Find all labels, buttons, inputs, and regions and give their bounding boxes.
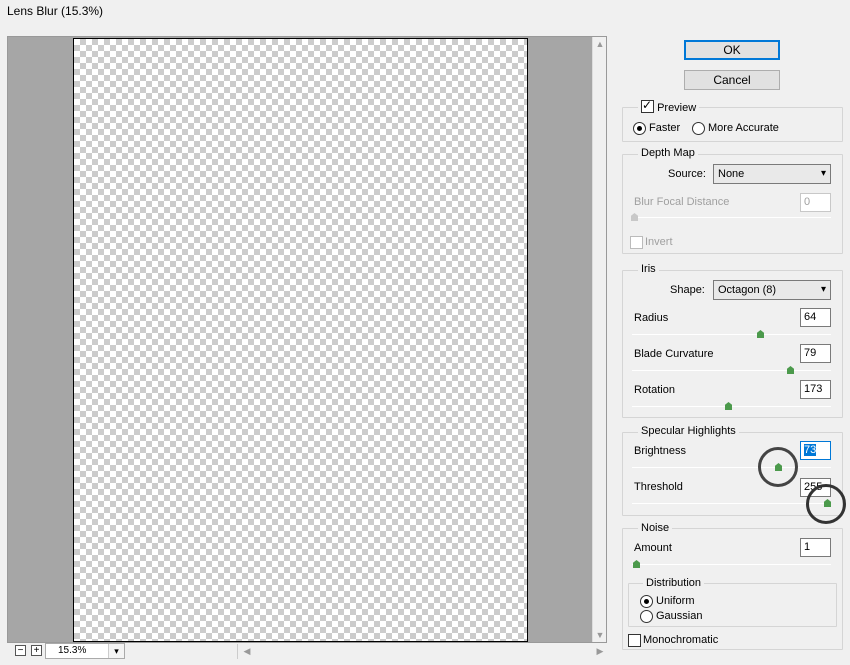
scroll-left-icon[interactable]: ◀ xyxy=(240,644,254,658)
rotation-field[interactable]: 173 xyxy=(800,380,831,399)
depth-map-heading: Depth Map xyxy=(638,147,698,159)
rotation-label: Rotation xyxy=(634,384,675,396)
scroll-down-icon[interactable]: ▼ xyxy=(593,628,607,642)
preview-bottom-bar: − + 15.3% ▾ ◀ ▶ xyxy=(7,643,607,660)
chevron-down-icon[interactable]: ▾ xyxy=(108,644,124,658)
check-icon: ✓ xyxy=(642,98,653,112)
preview-label: Preview xyxy=(657,102,697,114)
shape-label: Shape: xyxy=(670,284,705,296)
brightness-label: Brightness xyxy=(634,445,686,457)
threshold-track[interactable] xyxy=(632,503,831,504)
radius-field[interactable]: 64 xyxy=(800,308,831,327)
gaussian-label: Gaussian xyxy=(656,610,703,622)
highlight-circle-brightness xyxy=(758,447,798,487)
uniform-label: Uniform xyxy=(656,595,695,607)
brightness-field[interactable]: 73 xyxy=(800,441,831,460)
scroll-right-icon[interactable]: ▶ xyxy=(593,644,607,658)
blade-curvature-track[interactable] xyxy=(632,370,831,371)
monochromatic-checkbox[interactable] xyxy=(628,634,641,647)
blur-focal-distance-field[interactable]: 0 xyxy=(800,193,831,212)
uniform-radio[interactable] xyxy=(640,595,653,608)
amount-track[interactable] xyxy=(632,564,831,565)
blur-focal-distance-track[interactable] xyxy=(632,217,831,218)
radius-label: Radius xyxy=(634,312,669,324)
amount-field[interactable]: 1 xyxy=(800,538,831,557)
faster-radio[interactable] xyxy=(633,122,646,135)
invert-checkbox[interactable] xyxy=(630,236,643,249)
specular-highlights-heading: Specular Highlights xyxy=(638,425,739,437)
shape-value: Octagon (8) xyxy=(718,284,777,296)
vertical-scrollbar[interactable]: ▲ ▼ xyxy=(592,37,606,642)
threshold-label: Threshold xyxy=(634,481,683,493)
distribution-heading: Distribution xyxy=(643,577,705,589)
horizontal-scrollbar[interactable]: ◀ ▶ xyxy=(237,644,607,659)
source-value: None xyxy=(718,168,745,180)
zoom-level-field[interactable]: 15.3% ▾ xyxy=(45,643,125,659)
more-accurate-radio[interactable] xyxy=(692,122,705,135)
chevron-down-icon: ▾ xyxy=(820,168,826,179)
monochromatic-label: Monochromatic xyxy=(643,634,719,646)
blade-curvature-label: Blade Curvature xyxy=(634,348,714,360)
source-select[interactable]: None ▾ xyxy=(713,164,831,184)
invert-label: Invert xyxy=(645,236,673,248)
blade-curvature-field[interactable]: 79 xyxy=(800,344,831,363)
noise-heading: Noise xyxy=(638,522,673,534)
iris-heading: Iris xyxy=(638,263,659,275)
gaussian-radio[interactable] xyxy=(640,610,653,623)
ok-button[interactable]: OK xyxy=(684,40,780,60)
radius-track[interactable] xyxy=(632,334,831,335)
blur-focal-distance-label: Blur Focal Distance xyxy=(634,196,730,208)
more-accurate-label: More Accurate xyxy=(708,122,779,134)
scroll-up-icon[interactable]: ▲ xyxy=(593,37,607,51)
shape-select[interactable]: Octagon (8) ▾ xyxy=(713,280,831,300)
source-label: Source: xyxy=(668,168,706,180)
faster-label: Faster xyxy=(649,122,681,134)
cancel-button[interactable]: Cancel xyxy=(684,70,780,90)
chevron-down-icon: ▾ xyxy=(820,284,826,295)
window-title: Lens Blur (15.3%) xyxy=(7,4,104,18)
zoom-out-button[interactable]: − xyxy=(15,645,26,656)
highlight-circle-threshold xyxy=(806,484,846,524)
preview-checkbox-row[interactable]: ✓ Preview xyxy=(638,98,700,114)
brightness-track[interactable] xyxy=(632,467,831,468)
zoom-in-button[interactable]: + xyxy=(31,645,42,656)
preview-canvas[interactable] xyxy=(73,38,528,642)
brightness-value: 73 xyxy=(804,444,817,456)
preview-checkbox[interactable]: ✓ xyxy=(641,98,654,113)
zoom-level-value: 15.3% xyxy=(58,645,87,656)
amount-label: Amount xyxy=(634,542,672,554)
